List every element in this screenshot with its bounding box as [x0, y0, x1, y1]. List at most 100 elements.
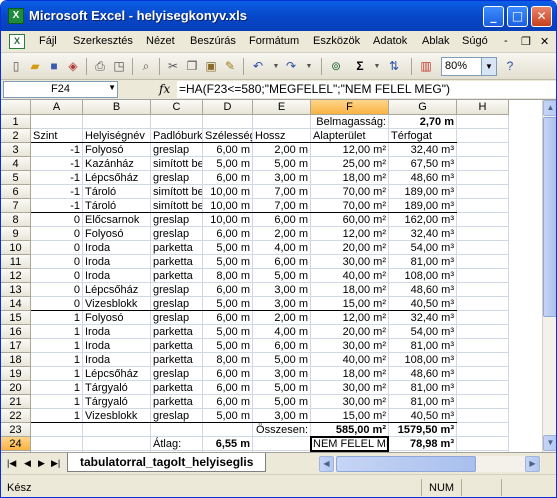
column-title[interactable]: Szélesség [203, 129, 253, 143]
data-cell[interactable]: 8,00 m [203, 353, 253, 367]
data-cell[interactable]: 5,00 m [203, 157, 253, 171]
data-cell[interactable]: Folyosó [83, 227, 151, 241]
grid-cell[interactable] [457, 171, 509, 185]
data-cell[interactable]: 1 [31, 409, 83, 423]
fx-icon[interactable]: fx [159, 82, 170, 96]
grid-cell[interactable] [31, 115, 83, 129]
select-all-corner[interactable] [1, 100, 31, 115]
row-header[interactable]: 3 [1, 143, 31, 157]
chart-icon[interactable]: ▥ [417, 58, 435, 75]
data-cell[interactable]: Iroda [83, 339, 151, 353]
grid-cell[interactable] [457, 213, 509, 227]
data-cell[interactable]: Tárgyaló [83, 395, 151, 409]
data-cell[interactable]: greslap [151, 171, 203, 185]
data-cell[interactable]: Kazánház [83, 157, 151, 171]
data-cell[interactable]: Iroda [83, 255, 151, 269]
grid-cell[interactable] [457, 185, 509, 199]
data-cell[interactable]: 6,00 m [203, 283, 253, 297]
data-cell[interactable]: Tárgyaló [83, 381, 151, 395]
data-cell[interactable]: 2,00 m [253, 227, 311, 241]
data-cell[interactable]: 6,00 m [203, 171, 253, 185]
autosum-icon[interactable]: Σ [351, 58, 369, 75]
data-cell[interactable]: 7,00 m [253, 185, 311, 199]
close-button[interactable]: ✕ [531, 6, 552, 27]
data-cell[interactable]: 5,00 m [203, 297, 253, 311]
grid-cell[interactable] [457, 129, 509, 143]
row-header[interactable]: 4 [1, 157, 31, 171]
data-cell[interactable]: Előcsarnok [83, 213, 151, 227]
data-cell[interactable]: Tároló [83, 185, 151, 199]
data-cell[interactable]: 6,00 m [203, 143, 253, 157]
average-volume[interactable]: 78,98 m³ [389, 437, 457, 451]
data-cell[interactable]: greslap [151, 311, 203, 325]
grid-cell[interactable] [457, 395, 509, 409]
save-icon[interactable]: ■ [45, 58, 63, 75]
grid-cell[interactable] [83, 423, 151, 437]
chevron-down-icon[interactable]: ▼ [481, 58, 496, 75]
grid-cell[interactable] [457, 283, 509, 297]
data-cell[interactable]: 6,00 m [203, 311, 253, 325]
column-header[interactable]: C [151, 100, 203, 115]
row-header[interactable]: 10 [1, 241, 31, 255]
data-cell[interactable]: -1 [31, 171, 83, 185]
data-cell[interactable]: 5,00 m [203, 255, 253, 269]
data-cell[interactable]: 3,00 m [253, 297, 311, 311]
row-header[interactable]: 22 [1, 409, 31, 423]
data-cell[interactable]: 3,00 m [253, 171, 311, 185]
data-cell[interactable]: 32,40 m³ [389, 311, 457, 325]
menu-view[interactable]: Nézet [146, 35, 175, 47]
data-cell[interactable]: 40,50 m³ [389, 409, 457, 423]
data-cell[interactable]: Iroda [83, 269, 151, 283]
scroll-down-icon[interactable]: ▼ [543, 435, 556, 451]
vertical-scroll-thumb[interactable] [543, 117, 556, 317]
grid-cell[interactable] [457, 381, 509, 395]
grid-cell[interactable] [457, 325, 509, 339]
horizontal-scrollbar[interactable]: ◀ ▶ [319, 456, 541, 472]
data-cell[interactable]: Iroda [83, 325, 151, 339]
data-cell[interactable]: 5,00 m [253, 353, 311, 367]
data-cell[interactable]: 5,00 m [203, 325, 253, 339]
row-header[interactable]: 19 [1, 367, 31, 381]
data-cell[interactable]: 4,00 m [253, 325, 311, 339]
data-cell[interactable]: parketta [151, 325, 203, 339]
data-cell[interactable]: 3,00 m [253, 367, 311, 381]
data-cell[interactable]: 10,00 m [203, 185, 253, 199]
column-header[interactable]: E [253, 100, 311, 115]
grid-cell[interactable] [83, 437, 151, 451]
menu-insert[interactable]: Beszúrás [190, 35, 236, 47]
data-cell[interactable]: 5,00 m [203, 409, 253, 423]
data-cell[interactable]: -1 [31, 143, 83, 157]
scroll-left-icon[interactable]: ◀ [319, 456, 334, 472]
data-cell[interactable]: 30,00 m² [311, 381, 389, 395]
data-cell[interactable]: parketta [151, 269, 203, 283]
data-cell[interactable]: parketta [151, 241, 203, 255]
row-header[interactable]: 11 [1, 255, 31, 269]
grid-cell[interactable] [457, 143, 509, 157]
row-header[interactable]: 18 [1, 353, 31, 367]
data-cell[interactable]: Lépcsőház [83, 283, 151, 297]
paste-icon[interactable]: ▣ [202, 58, 220, 75]
column-header[interactable]: A [31, 100, 83, 115]
column-header[interactable]: G [389, 100, 457, 115]
maximize-button[interactable]: □ [507, 6, 528, 27]
row-header[interactable]: 21 [1, 395, 31, 409]
row-header[interactable]: 23 [1, 423, 31, 437]
data-cell[interactable]: 5,00 m [253, 395, 311, 409]
menu-help[interactable]: Súgó [462, 35, 488, 47]
column-title[interactable]: Padlóburkolat [151, 129, 203, 143]
research-icon[interactable]: ⌕ [137, 58, 155, 75]
data-cell[interactable]: simított beton [151, 185, 203, 199]
horizontal-scroll-thumb[interactable] [336, 456, 476, 472]
grid-cell[interactable] [253, 115, 311, 129]
data-cell[interactable]: 2,00 m [253, 311, 311, 325]
data-cell[interactable]: 1 [31, 353, 83, 367]
row-header[interactable]: 24 [1, 437, 31, 451]
data-cell[interactable]: 3,00 m [253, 283, 311, 297]
grid-cell[interactable] [151, 423, 203, 437]
minimize-button[interactable]: _ [483, 6, 504, 27]
data-cell[interactable]: 6,00 m [253, 255, 311, 269]
total-area[interactable]: 585,00 m² [311, 423, 389, 437]
menu-edit[interactable]: Szerkesztés [73, 35, 133, 47]
column-header[interactable]: H [457, 100, 509, 115]
cut-icon[interactable]: ✂ [164, 58, 182, 75]
